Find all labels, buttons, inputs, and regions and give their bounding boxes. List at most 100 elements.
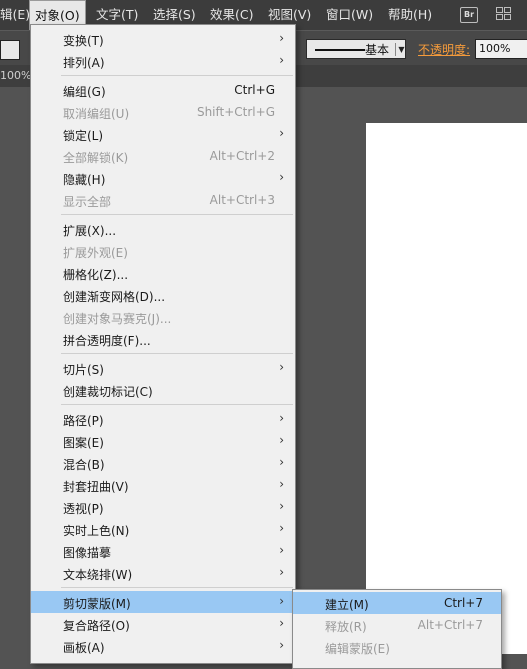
- menu-item-gradient-mesh[interactable]: 创建渐变网格(D)...: [31, 284, 295, 306]
- menu-item-label: 切片(S): [63, 363, 104, 377]
- menu-item-label: 路径(P): [63, 414, 104, 428]
- menu-item-slice[interactable]: 切片(S) ›: [31, 357, 295, 379]
- menu-item-transform[interactable]: 变换(T) ›: [31, 28, 295, 50]
- menu-item-label: 显示全部: [63, 195, 112, 209]
- menu-item-arrange[interactable]: 排列(A) ›: [31, 50, 295, 72]
- menu-item-label: 实时上色(N): [63, 524, 130, 538]
- menu-edit[interactable]: 辑(E): [0, 0, 30, 30]
- clipping-mask-submenu: 建立(M) Ctrl+7 释放(R) Alt+Ctrl+7 编辑蒙版(E): [292, 589, 502, 669]
- menu-item-show-all[interactable]: 显示全部 Alt+Ctrl+3: [31, 189, 295, 211]
- chevron-right-icon: ›: [279, 411, 284, 425]
- menu-item-label: 扩展(X)...: [63, 224, 117, 238]
- workspace-grid-icon[interactable]: [496, 7, 512, 21]
- menu-item-label: 编辑蒙版(E): [325, 642, 390, 656]
- chevron-right-icon: ›: [279, 565, 284, 579]
- menu-item-pattern[interactable]: 图案(E) ›: [31, 430, 295, 452]
- menu-item-label: 图案(E): [63, 436, 104, 450]
- menu-item-label: 拼合透明度(F)...: [63, 334, 151, 348]
- bridge-icon[interactable]: Br: [460, 7, 478, 23]
- menu-item-label: 复合路径(O): [63, 619, 130, 633]
- menu-item-text-wrap[interactable]: 文本绕排(W) ›: [31, 562, 295, 584]
- menu-item-label: 文本绕排(W): [63, 568, 133, 582]
- menu-item-shortcut: Alt+Ctrl+7: [417, 618, 483, 632]
- menu-separator: [61, 75, 293, 76]
- opacity-input[interactable]: 100%: [475, 39, 527, 59]
- chevron-right-icon: ›: [279, 499, 284, 513]
- menu-item-hide[interactable]: 隐藏(H) ›: [31, 167, 295, 189]
- chevron-right-icon: ›: [279, 477, 284, 491]
- menu-item-label: 透视(P): [63, 502, 104, 516]
- menu-item-label: 封套扭曲(V): [63, 480, 129, 494]
- menu-item-shortcut: Alt+Ctrl+2: [209, 149, 275, 163]
- menu-item-shortcut: Alt+Ctrl+3: [209, 193, 275, 207]
- menu-item-label: 释放(R): [325, 620, 367, 634]
- menu-item-label: 编组(G): [63, 85, 106, 99]
- menu-item-label: 全部解锁(K): [63, 151, 129, 165]
- menu-item-label: 建立(M): [325, 598, 369, 612]
- menu-item-label: 创建对象马赛克(J)...: [63, 312, 172, 326]
- chevron-right-icon: ›: [279, 433, 284, 447]
- menu-item-label: 锁定(L): [63, 129, 104, 143]
- chevron-right-icon: ›: [279, 638, 284, 652]
- fill-dropdown[interactable]: [0, 40, 20, 60]
- chevron-right-icon: ›: [279, 360, 284, 374]
- menu-separator: [61, 214, 293, 215]
- menu-separator: [61, 587, 293, 588]
- menu-item-clipping-mask[interactable]: 剪切蒙版(M) ›: [31, 591, 295, 613]
- opacity-link[interactable]: 不透明度:: [418, 41, 470, 58]
- menu-item-compound-path[interactable]: 复合路径(O) ›: [31, 613, 295, 635]
- menu-item-label: 排列(A): [63, 56, 105, 70]
- menu-item-label: 隐藏(H): [63, 173, 106, 187]
- chevron-down-icon[interactable]: ▼: [395, 43, 407, 56]
- menu-item-label: 栅格化(Z)...: [63, 268, 129, 282]
- menu-item-blend[interactable]: 混合(B) ›: [31, 452, 295, 474]
- menu-item-label: 创建裁切标记(C): [63, 385, 153, 399]
- object-menu: 变换(T) › 排列(A) › 编组(G) Ctrl+G 取消编组(U) Shi…: [30, 24, 296, 664]
- menu-separator: [61, 353, 293, 354]
- menu-item-label: 取消编组(U): [63, 107, 130, 121]
- menu-item-flatten-transparency[interactable]: 拼合透明度(F)...: [31, 328, 295, 350]
- submenu-item-edit-mask[interactable]: 编辑蒙版(E): [293, 636, 501, 658]
- stroke-profile-label: 基本: [365, 43, 390, 57]
- chevron-right-icon: ›: [279, 543, 284, 557]
- menu-item-image-trace[interactable]: 图像描摹 ›: [31, 540, 295, 562]
- menu-help[interactable]: 帮助(H): [388, 0, 432, 30]
- chevron-right-icon: ›: [279, 455, 284, 469]
- menu-item-rasterize[interactable]: 栅格化(Z)...: [31, 262, 295, 284]
- menu-item-label: 画板(A): [63, 641, 105, 655]
- menu-item-lock[interactable]: 锁定(L) ›: [31, 123, 295, 145]
- menu-item-perspective[interactable]: 透视(P) ›: [31, 496, 295, 518]
- menu-item-expand-appearance[interactable]: 扩展外观(E): [31, 240, 295, 262]
- chevron-right-icon: ›: [279, 31, 284, 45]
- menu-item-label: 混合(B): [63, 458, 105, 472]
- chevron-right-icon: ›: [279, 616, 284, 630]
- menu-item-ungroup[interactable]: 取消编组(U) Shift+Ctrl+G: [31, 101, 295, 123]
- menu-item-unlock-all[interactable]: 全部解锁(K) Alt+Ctrl+2: [31, 145, 295, 167]
- menu-item-object-mosaic[interactable]: 创建对象马赛克(J)...: [31, 306, 295, 328]
- submenu-item-release[interactable]: 释放(R) Alt+Ctrl+7: [293, 614, 501, 636]
- chevron-right-icon: ›: [279, 53, 284, 67]
- document-tab-zoom[interactable]: 100%: [0, 69, 31, 82]
- menu-item-envelope-distort[interactable]: 封套扭曲(V) ›: [31, 474, 295, 496]
- menu-separator: [61, 404, 293, 405]
- menu-item-crop-marks[interactable]: 创建裁切标记(C): [31, 379, 295, 401]
- menu-item-path[interactable]: 路径(P) ›: [31, 408, 295, 430]
- artboard[interactable]: [366, 123, 527, 654]
- menu-item-shortcut: Ctrl+G: [234, 83, 275, 97]
- menu-item-label: 创建渐变网格(D)...: [63, 290, 166, 304]
- menu-item-label: 图像描摹: [63, 546, 112, 560]
- menu-window[interactable]: 窗口(W): [326, 0, 373, 30]
- menu-item-label: 变换(T): [63, 34, 104, 48]
- submenu-item-make[interactable]: 建立(M) Ctrl+7: [293, 592, 501, 614]
- chevron-right-icon: ›: [279, 594, 284, 608]
- menu-item-label: 扩展外观(E): [63, 246, 128, 260]
- stroke-profile-dropdown[interactable]: 基本 ▼: [306, 39, 406, 59]
- menu-item-label: 剪切蒙版(M): [63, 597, 131, 611]
- stroke-line-preview: [315, 49, 365, 51]
- menu-item-shortcut: Shift+Ctrl+G: [196, 105, 275, 119]
- menu-item-group[interactable]: 编组(G) Ctrl+G: [31, 79, 295, 101]
- chevron-right-icon: ›: [279, 170, 284, 184]
- chevron-right-icon: ›: [279, 126, 284, 140]
- menu-item-expand[interactable]: 扩展(X)...: [31, 218, 295, 240]
- menu-item-live-paint[interactable]: 实时上色(N) ›: [31, 518, 295, 540]
